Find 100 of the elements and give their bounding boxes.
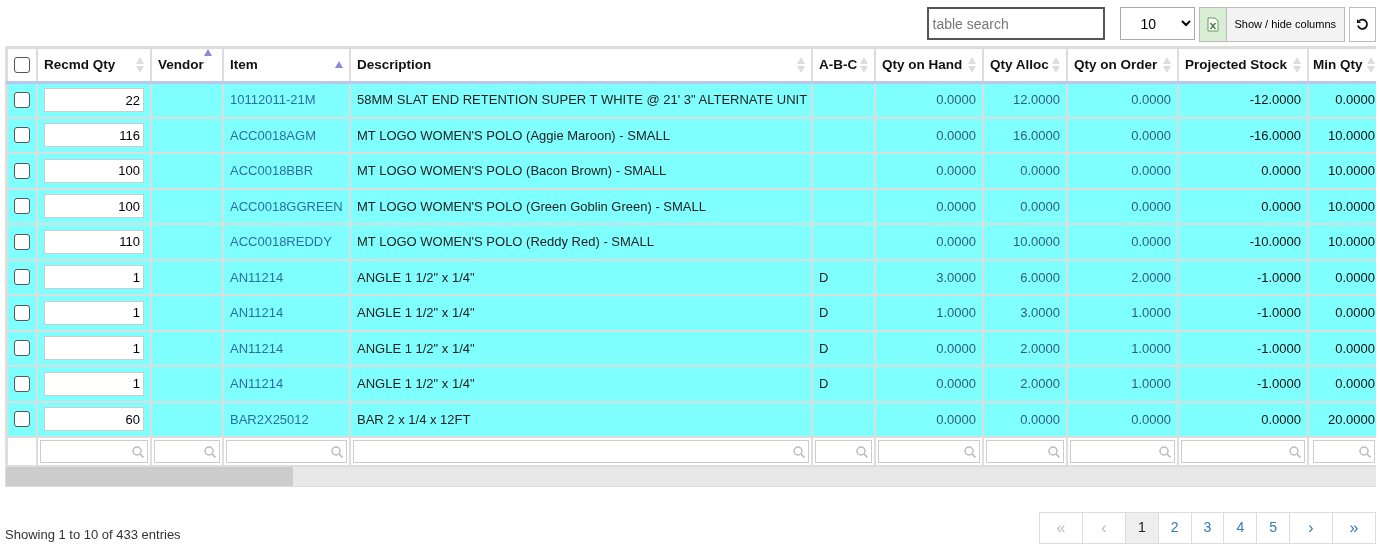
column-filter-field[interactable]: [986, 440, 1064, 463]
page-size-select[interactable]: 10: [1119, 7, 1195, 40]
table-cell: 1.0000: [1131, 376, 1171, 391]
table-cell: 0.0000: [936, 340, 976, 356]
quantity-field[interactable]: 22: [44, 88, 144, 112]
row-checkbox[interactable]: [14, 198, 30, 215]
search-icon: [331, 445, 343, 458]
column-filter-field[interactable]: [353, 440, 809, 463]
quantity-field[interactable]: 1: [44, 265, 144, 290]
table-cell: 0.0000: [1131, 198, 1171, 214]
item-link[interactable]: AN11214: [230, 340, 284, 356]
table-cell: 1.0000: [936, 305, 976, 320]
quantity-field[interactable]: 110: [44, 229, 144, 254]
column-header[interactable]: Item: [230, 54, 258, 75]
row-checkbox[interactable]: [14, 304, 30, 321]
quantity-field[interactable]: 116: [44, 123, 144, 148]
excel-export-button[interactable]: [1198, 7, 1226, 42]
table-cell: D: [819, 269, 829, 285]
table-cell: 0.0000: [1131, 411, 1171, 427]
column-filter-field[interactable]: [226, 440, 347, 463]
table-cell: 10.0000: [1013, 234, 1060, 249]
search-icon: [856, 445, 868, 458]
show-hide-columns-button[interactable]: Show / hide columns: [1225, 7, 1345, 42]
quantity-field[interactable]: 100: [44, 194, 144, 219]
select-all-checkbox[interactable]: [14, 56, 30, 73]
column-filter-field[interactable]: [1070, 440, 1175, 463]
quantity-field[interactable]: 1: [44, 300, 144, 325]
search-icon: [1359, 445, 1371, 458]
table-cell: D: [819, 305, 829, 320]
table-cell: D: [819, 340, 829, 356]
scrollbar-thumb[interactable]: [6, 467, 293, 486]
refresh-button[interactable]: [1349, 7, 1376, 42]
page-link[interactable]: 5: [1256, 511, 1290, 544]
quantity-field[interactable]: 100: [44, 158, 144, 183]
table-cell: 3.0000: [936, 269, 976, 285]
column-filter-field[interactable]: [1181, 440, 1305, 463]
table-cell: 10.0000: [1328, 163, 1375, 178]
row-checkbox[interactable]: [14, 411, 30, 428]
table-cell: MT LOGO WOMEN'S POLO (Bacon Brown) - SMALL: [357, 163, 667, 178]
table-cell: 2.0000: [1131, 269, 1171, 285]
table-cell: 0.0000: [936, 198, 976, 214]
quantity-field[interactable]: 60: [44, 407, 144, 432]
column-filter-field[interactable]: [1313, 440, 1375, 463]
row-checkbox[interactable]: [14, 375, 30, 392]
column-filter-field[interactable]: [878, 440, 980, 463]
table-cell: 10.0000: [1328, 127, 1375, 143]
table-cell: 0.0000: [1020, 163, 1060, 178]
column-filter-field[interactable]: [40, 440, 148, 463]
column-filter-field[interactable]: [154, 440, 220, 463]
item-link[interactable]: AN11214: [230, 269, 284, 285]
table-cell: 0.0000: [1335, 340, 1375, 356]
table-cell: -12.0000: [1249, 92, 1301, 108]
row-checkbox[interactable]: [14, 162, 30, 179]
table-cell: -10.0000: [1249, 234, 1301, 249]
table-cell: MT LOGO WOMEN'S POLO (Aggie Maroon) - SMALL: [357, 127, 670, 143]
table-cell: 0.0000: [1261, 411, 1301, 427]
table-cell: 0.0000: [936, 127, 976, 143]
row-checkbox[interactable]: [14, 340, 30, 357]
page-link[interactable]: 2: [1157, 511, 1192, 544]
quantity-field[interactable]: 1: [44, 371, 144, 396]
table-cell: 3.0000: [1020, 305, 1060, 320]
row-checkbox[interactable]: [14, 269, 30, 286]
table-cell: 10.0000: [1328, 198, 1375, 214]
table-cell: 0.0000: [1020, 198, 1060, 214]
item-link[interactable]: AN11214: [230, 305, 284, 320]
table-cell: 0.0000: [1131, 92, 1171, 108]
column-header[interactable]: Description: [357, 54, 432, 75]
row-checkbox[interactable]: [14, 92, 30, 108]
search-icon: [964, 445, 976, 458]
search-icon: [1048, 445, 1060, 458]
entries-info: Showing 1 to 10 of 433 entries: [5, 526, 181, 544]
page-link[interactable]: 1: [1125, 511, 1159, 544]
spreadsheet-icon: [1206, 17, 1219, 32]
table-cell: 0.0000: [1261, 163, 1301, 178]
item-link[interactable]: AN11214: [230, 376, 284, 391]
table-cell: ANGLE 1 1/2" x 1/4": [357, 376, 475, 391]
quantity-field[interactable]: 1: [44, 336, 144, 361]
horizontal-scrollbar[interactable]: [6, 467, 1376, 486]
table-cell: 2.0000: [1020, 376, 1060, 391]
refresh-icon: [1356, 18, 1369, 31]
table-cell: 0.0000: [936, 376, 976, 391]
search-field[interactable]: table search: [926, 7, 1105, 40]
table-cell: 10.0000: [1328, 234, 1375, 249]
table-cell: ANGLE 1 1/2" x 1/4": [357, 269, 475, 285]
table-cell: 2.0000: [1020, 340, 1060, 356]
table-cell: 0.0000: [1131, 234, 1171, 249]
page-link[interactable]: 3: [1190, 511, 1225, 544]
column-filter-field[interactable]: [815, 440, 872, 463]
table-cell: 1.0000: [1131, 340, 1171, 356]
page-link[interactable]: 4: [1223, 511, 1258, 544]
table-cell: 6.0000: [1020, 269, 1060, 285]
row-checkbox[interactable]: [14, 127, 30, 144]
row-checkbox[interactable]: [14, 233, 30, 250]
table-cell: 16.0000: [1013, 127, 1060, 143]
table-cell: 0.0000: [1335, 269, 1375, 285]
table-cell: D: [819, 376, 829, 391]
table-cell: 12.0000: [1013, 92, 1060, 108]
table-cell: 0.0000: [1020, 411, 1060, 427]
table-cell: 58MM SLAT END RETENTION SUPER T WHITE @ 21' 3" ALTERNATE UNIT: [357, 92, 808, 108]
table-cell: 0.0000: [1335, 92, 1375, 108]
